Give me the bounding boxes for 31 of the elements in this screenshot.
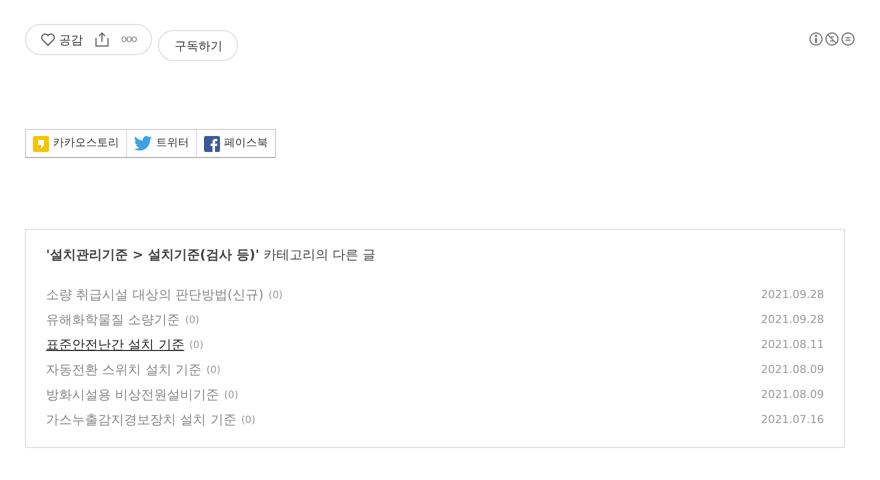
post-date: 2021.07.16 [761, 412, 824, 428]
share-link[interactable]: 카카오스토리 [26, 130, 126, 157]
comment-count: (0) [189, 339, 204, 353]
heart-icon [41, 33, 55, 46]
post-date: 2021.09.28 [761, 312, 824, 328]
post-link[interactable]: 유해화학물질 소량기준 [46, 310, 180, 330]
post-link[interactable]: 가스누출감지경보장치 설치 기준 [46, 410, 236, 430]
speech-bubble-icon [33, 136, 49, 152]
comment-count: (0) [206, 364, 221, 378]
comment-count: (0) [241, 414, 256, 428]
letter-f-icon [204, 136, 220, 152]
share-link[interactable]: 페이스북 [196, 130, 275, 157]
bird-icon [134, 136, 152, 151]
post-link[interactable]: 표준안전난간 설치 기준 [46, 336, 184, 356]
comment-count: (0) [268, 289, 283, 303]
comment-count: (0) [185, 314, 200, 328]
share-link[interactable]: 트위터 [126, 130, 196, 157]
post-date: 2021.08.11 [761, 337, 824, 354]
post-date: 2021.09.28 [761, 287, 824, 304]
equals-icon [841, 32, 855, 46]
share-icon[interactable] [95, 32, 109, 47]
post-date: 2021.08.09 [761, 362, 824, 378]
subscribe-button[interactable]: 구독하기 [158, 30, 238, 61]
related-posts-heading: '설치관리기준 > 설치기준(검사 등)' 카테고리의 다른 글 [46, 246, 377, 264]
post-date: 2021.08.09 [761, 387, 824, 404]
like-button[interactable]: 공감 [41, 30, 83, 48]
more-button[interactable]: ooo [121, 32, 136, 47]
comment-count: (0) [224, 389, 238, 403]
post-link[interactable]: 자동전환 스위치 설치 기준 [46, 360, 202, 380]
post-link[interactable]: 방화시설용 비상전원설비기준 [46, 386, 220, 406]
post-link[interactable]: 소량 취급시설 대상의 판단방법(신규) [46, 286, 264, 306]
